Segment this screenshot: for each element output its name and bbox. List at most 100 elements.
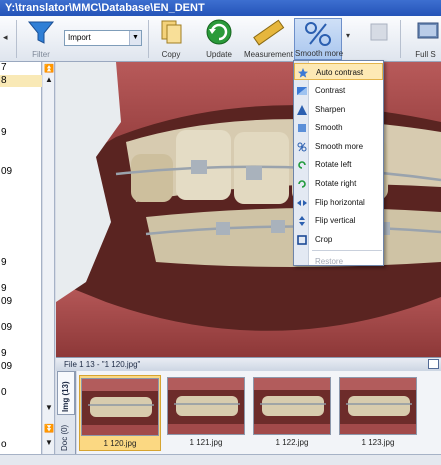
measurement-button[interactable]: Measurement bbox=[244, 18, 293, 60]
record-row[interactable] bbox=[0, 426, 42, 438]
record-row[interactable] bbox=[0, 192, 42, 204]
menu-item-label: Sharpen bbox=[315, 104, 346, 114]
record-row[interactable] bbox=[0, 231, 42, 243]
copy-button[interactable]: Copy bbox=[152, 18, 190, 60]
record-row[interactable]: 9 bbox=[0, 348, 42, 360]
record-row[interactable] bbox=[0, 153, 42, 165]
toolbar-left-chevron[interactable]: ◂ bbox=[0, 18, 14, 60]
thumbnail-header: File 1 13 - "1 120.jpg" bbox=[56, 357, 441, 371]
record-row[interactable]: 09 bbox=[0, 166, 42, 178]
smooth-more-button[interactable]: Smooth more bbox=[294, 18, 343, 60]
menu-item-label: Contrast bbox=[315, 86, 346, 95]
record-row[interactable] bbox=[0, 374, 42, 386]
update-button[interactable]: Update bbox=[199, 18, 239, 60]
sharpen-icon bbox=[297, 104, 307, 115]
record-row[interactable] bbox=[0, 88, 42, 100]
record-row[interactable]: 9 bbox=[0, 127, 42, 139]
record-row[interactable] bbox=[0, 335, 42, 347]
filter-icon bbox=[27, 21, 55, 44]
full-screen-label: Full S bbox=[415, 50, 436, 59]
menu-item-flip-horizontal[interactable]: Flip horizontal bbox=[294, 194, 383, 211]
first-record-icon[interactable]: ⏫ bbox=[44, 64, 54, 74]
copy-icon bbox=[161, 20, 182, 44]
record-row[interactable]: 9 bbox=[0, 283, 42, 295]
record-row[interactable] bbox=[0, 179, 42, 191]
smooth-more-dropdown[interactable]: ▾ bbox=[343, 18, 357, 60]
menu-separator bbox=[312, 250, 382, 252]
file-info: File 1 13 - "1 120.jpg" bbox=[64, 360, 141, 369]
record-row[interactable] bbox=[0, 413, 42, 425]
full-screen-button[interactable]: Full S bbox=[410, 18, 441, 60]
copy-label: Copy bbox=[161, 50, 181, 59]
flip-vertical-icon bbox=[297, 216, 307, 227]
record-row[interactable] bbox=[0, 101, 42, 113]
status-bar bbox=[0, 454, 441, 465]
next-record-icon[interactable]: ⏬ bbox=[44, 424, 54, 434]
menu-item-auto-contrast[interactable]: Auto contrast bbox=[294, 63, 383, 80]
flip-horizontal-icon bbox=[297, 198, 307, 208]
star-icon bbox=[298, 68, 308, 78]
menu-item-smooth[interactable]: Smooth bbox=[294, 119, 383, 136]
thumbnail-caption: 1 123.jpg bbox=[361, 438, 395, 447]
thumbnail-tabs: Img (13) Doc (0) bbox=[56, 371, 76, 454]
filter-label: Filter bbox=[32, 50, 50, 59]
record-row[interactable] bbox=[0, 205, 42, 217]
menu-item-rotate-right[interactable]: Rotate right bbox=[294, 175, 383, 192]
record-row[interactable] bbox=[0, 140, 42, 152]
thumbnail-image bbox=[167, 377, 245, 435]
menu-item-flip-vertical[interactable]: Flip vertical bbox=[294, 212, 383, 229]
update-icon bbox=[206, 19, 232, 45]
record-row[interactable] bbox=[0, 114, 42, 126]
import-select[interactable]: Import ▼ bbox=[64, 30, 142, 46]
menu-item-sharpen[interactable]: Sharpen bbox=[294, 101, 383, 118]
record-row[interactable]: 09 bbox=[0, 296, 42, 308]
thumbnail-strip: 1 120.jpg 1 121.jpg 1 122.jpg 1 123.jpg bbox=[77, 371, 441, 454]
thumbnail-item[interactable]: 1 120.jpg bbox=[79, 375, 161, 451]
scroll-down-icon[interactable]: ▼ bbox=[44, 403, 54, 413]
record-list[interactable]: 7 8 9 09 9 9 09 09 9 09 0 o bbox=[0, 62, 42, 454]
tab-documents[interactable]: Doc (0) bbox=[57, 417, 75, 453]
thumbnail-item[interactable]: 1 121.jpg bbox=[165, 375, 247, 451]
tab-images[interactable]: Img (13) bbox=[57, 371, 75, 415]
record-row[interactable]: 9 bbox=[0, 257, 42, 269]
record-row[interactable] bbox=[0, 270, 42, 282]
thumbnail-item[interactable]: 1 123.jpg bbox=[337, 375, 419, 451]
record-row[interactable] bbox=[0, 244, 42, 256]
ruler-icon bbox=[253, 19, 285, 46]
menu-item-label: Smooth more bbox=[315, 141, 364, 151]
window-title: Y:\translator\MMC\Database\EN_DENT bbox=[0, 0, 441, 16]
maximize-icon[interactable] bbox=[428, 359, 439, 369]
rotate-left-icon bbox=[297, 160, 307, 170]
thumbnail-caption: 1 121.jpg bbox=[189, 438, 223, 447]
menu-item-crop[interactable]: Crop bbox=[294, 231, 383, 248]
last-record-icon[interactable]: ▼ bbox=[44, 438, 54, 448]
thumbnail-image bbox=[81, 378, 159, 436]
record-row[interactable] bbox=[0, 218, 42, 230]
menu-item-contrast[interactable]: Contrast bbox=[294, 82, 383, 99]
monitor-icon bbox=[417, 22, 439, 39]
thumbnail-caption: 1 122.jpg bbox=[275, 438, 309, 447]
record-row[interactable]: 09 bbox=[0, 361, 42, 373]
record-row[interactable] bbox=[0, 400, 42, 412]
record-row[interactable]: 7 bbox=[0, 62, 42, 74]
record-row[interactable]: 0 bbox=[0, 387, 42, 399]
smooth-more-menu: Auto contrast Contrast Sharpen Smooth Smooth… bbox=[293, 60, 384, 266]
thumbnail-item[interactable]: 1 122.jpg bbox=[251, 375, 333, 451]
svg-text:◂: ◂ bbox=[3, 32, 8, 42]
menu-item-label: Smooth bbox=[315, 123, 343, 133]
record-row[interactable]: 8 bbox=[0, 75, 42, 87]
thumbnail-image bbox=[339, 377, 417, 435]
record-row[interactable]: 09 bbox=[0, 322, 42, 334]
filter-button[interactable]: Filter bbox=[24, 18, 58, 60]
chevron-left-icon: ◂ bbox=[3, 32, 8, 42]
record-row[interactable]: o bbox=[0, 439, 42, 451]
menu-item-label: Restore bbox=[315, 257, 344, 267]
save-button[interactable] bbox=[362, 18, 396, 60]
menu-item-rotate-left[interactable]: Rotate left bbox=[294, 156, 383, 173]
menu-item-label: Auto contrast bbox=[316, 68, 364, 77]
record-row[interactable] bbox=[0, 309, 42, 321]
menu-item-label: Crop bbox=[315, 234, 333, 244]
menu-item-smooth-more[interactable]: Smooth more bbox=[294, 138, 383, 155]
prev-record-icon[interactable]: ▲ bbox=[44, 75, 54, 85]
smooth-icon bbox=[297, 123, 307, 133]
